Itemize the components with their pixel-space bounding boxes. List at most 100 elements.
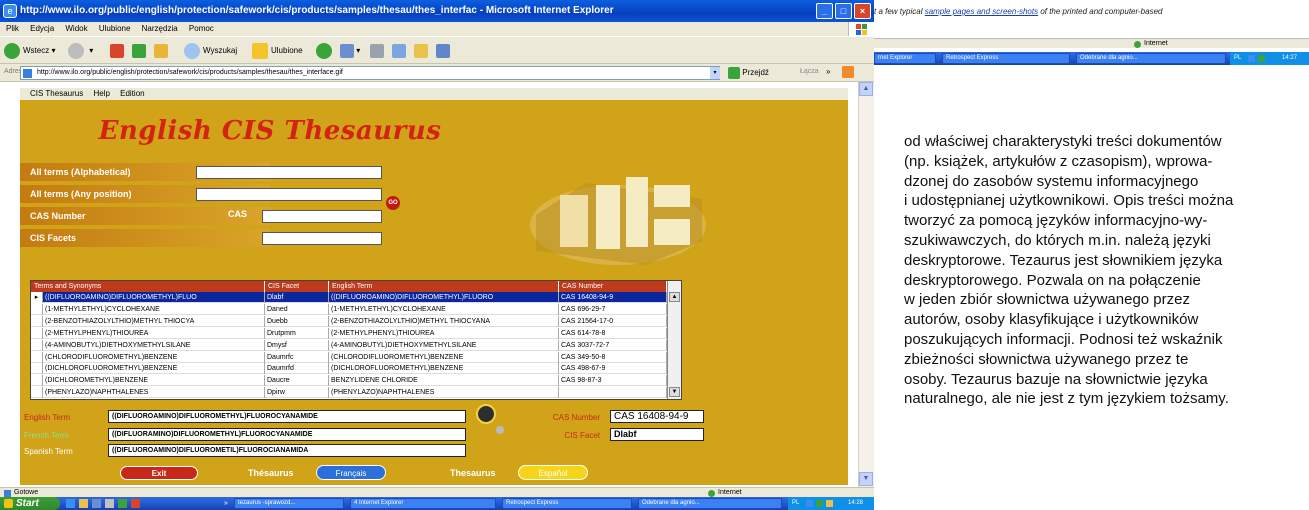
table-row[interactable]: (2-METHYLPHENYL)THIOUREA Drutpmm (2-METHYL…: [31, 327, 667, 339]
page-scrollbar[interactable]: ▲ ▼: [858, 82, 874, 487]
table-row[interactable]: (DICHLOROFLUOROMETHYL)BENZENE Daumrfd (DIC…: [31, 363, 667, 375]
table-row[interactable]: (DICHLOROMETHYL)BENZENE Daucre BENZYLIDENE…: [31, 375, 667, 387]
title-bar[interactable]: http://www.ilo.org/public/english/protec…: [0, 0, 874, 22]
table-row[interactable]: (1-METHYLETHYL)CYCLOHEXANE Daned (1-METHYL…: [31, 303, 667, 315]
menu-view[interactable]: Widok: [65, 24, 87, 33]
spanish-term-field[interactable]: ((DIFLUOROAMINO)DIFLUOROMETIL)FLUOROCIAN…: [108, 444, 466, 457]
col-facet-header[interactable]: CIS Facet: [265, 281, 329, 292]
browser-window: http://www.ilo.org/public/english/protec…: [0, 0, 874, 510]
second-tray-network-icon[interactable]: [1248, 55, 1255, 62]
table-row[interactable]: ((DIFLUOROAMINO)DIFLUOROMETHYL)FLUO Dlabf…: [31, 292, 667, 303]
table-scrollbar[interactable]: ▲ ▼: [667, 281, 681, 399]
task-internet-explorer[interactable]: 4 Internet Explorer: [350, 498, 496, 509]
address-dropdown-icon[interactable]: ▾: [710, 67, 720, 79]
stop-button[interactable]: [110, 42, 124, 60]
go-button[interactable]: Przejdź: [728, 66, 769, 80]
cas-input[interactable]: [262, 210, 382, 223]
edit-button[interactable]: [392, 42, 406, 60]
toolbar-extra-icon[interactable]: [842, 66, 854, 78]
any-position-input[interactable]: [196, 188, 382, 201]
back-button[interactable]: Wstecz ▾: [4, 42, 55, 60]
cas-number-field[interactable]: CAS 16408-94-9: [610, 410, 704, 423]
col-cas-header[interactable]: CAS Number: [559, 281, 667, 292]
row-selector[interactable]: [31, 375, 43, 387]
row-selector[interactable]: [31, 387, 43, 399]
tray-network-icon[interactable]: [806, 500, 813, 507]
alpha-input[interactable]: [196, 166, 382, 179]
francais-button[interactable]: Français: [316, 465, 386, 480]
app-menu-edition[interactable]: Edition: [120, 89, 144, 98]
go-search-button[interactable]: GO: [386, 196, 400, 210]
minimize-icon[interactable]: _: [816, 3, 833, 19]
tray-volume-icon[interactable]: [816, 500, 823, 507]
home-button[interactable]: [154, 42, 168, 60]
folder-button[interactable]: [414, 42, 428, 60]
row-selector[interactable]: [31, 315, 43, 327]
mail-button[interactable]: ▾: [340, 42, 360, 60]
favorites-button[interactable]: Ulubione: [252, 42, 303, 60]
exit-button[interactable]: Exit: [120, 466, 198, 480]
research-button[interactable]: [436, 42, 450, 60]
ql-app-icon[interactable]: [131, 499, 140, 508]
ql-desktop-icon[interactable]: [105, 499, 114, 508]
history-button[interactable]: [316, 42, 335, 60]
print-button[interactable]: [370, 42, 384, 60]
col-english-header[interactable]: English Term: [329, 281, 559, 292]
facets-input[interactable]: [262, 232, 382, 245]
second-task-ie[interactable]: rnet Explorer: [874, 53, 936, 64]
close-icon[interactable]: ×: [854, 3, 871, 19]
col-terms-header[interactable]: Terms and Synonyms: [31, 281, 265, 292]
task-retrospect[interactable]: Retrospect Express: [502, 498, 632, 509]
globe-icon: [708, 490, 715, 497]
second-task-odebrane[interactable]: Odebrane dla agnio...: [1076, 53, 1226, 64]
menu-help[interactable]: Pomoc: [189, 24, 214, 33]
forward-button[interactable]: ▾: [68, 42, 93, 60]
page-fragment-text: t a few typical sample pages and screen-…: [874, 7, 1163, 16]
speaker-icon[interactable]: [476, 404, 496, 424]
scroll-up-icon[interactable]: ▲: [859, 82, 873, 96]
app-menu-help[interactable]: Help: [93, 89, 109, 98]
row-selector-arrow-icon[interactable]: ▸: [31, 292, 43, 303]
table-row[interactable]: (2-BENZOTHIAZOLYLTHIO)METHYL THIOCYA Dueb…: [31, 315, 667, 327]
search-button[interactable]: Wyszukaj: [184, 42, 237, 60]
table-row[interactable]: (PHENYLAZO)NAPHTHALENES Dpirw (PHENYLAZO)N…: [31, 387, 667, 399]
menu-file[interactable]: Plik: [6, 24, 19, 33]
menu-edit[interactable]: Edycja: [30, 24, 54, 33]
menu-favorites[interactable]: Ulubione: [99, 24, 131, 33]
second-tray-language[interactable]: PL: [1234, 55, 1241, 61]
table-scroll-up-icon[interactable]: ▲: [669, 292, 680, 302]
row-selector[interactable]: [31, 327, 43, 339]
tray-alert-icon[interactable]: [826, 500, 833, 507]
menu-tools[interactable]: Narzędzia: [142, 24, 178, 33]
second-task-retrospect[interactable]: Retrospect Express: [942, 53, 1070, 64]
english-term-field[interactable]: ((DIFLUOROAMINO)DIFLUOROMETHYL)FLUOROCYA…: [108, 410, 466, 423]
task-odebrane[interactable]: Odebrane dla agnio...: [638, 498, 782, 509]
task-tezaurus[interactable]: tezaurus -sprawozd...: [234, 498, 344, 509]
espanol-button[interactable]: Español: [518, 465, 588, 480]
thesaurus-es-label: Thesaurus: [450, 468, 496, 478]
scroll-down-icon[interactable]: ▼: [859, 472, 873, 486]
app-menu-thesaurus[interactable]: CIS Thesaurus: [30, 89, 83, 98]
ql-media-icon[interactable]: [118, 499, 127, 508]
second-tray-volume-icon[interactable]: [1258, 55, 1265, 62]
row-selector[interactable]: [31, 363, 43, 375]
links-label[interactable]: Łącza: [800, 68, 819, 75]
maximize-icon[interactable]: □: [835, 3, 852, 19]
table-row[interactable]: (CHLORODIFLUOROMETHYL)BENZENE Daumrfc (CHL…: [31, 351, 667, 363]
address-input[interactable]: http://www.ilo.org/public/english/protec…: [20, 66, 720, 80]
table-row[interactable]: (4-AMINOBUTYL)DIETHOXYMETHYLSILANE Dmysf(…: [31, 339, 667, 351]
ql-folder-icon[interactable]: [79, 499, 88, 508]
ql-ie-icon[interactable]: [66, 499, 75, 508]
ql-mail-icon[interactable]: [92, 499, 101, 508]
cis-facet-field[interactable]: Dlabf: [610, 428, 704, 441]
chevron-icon[interactable]: »: [826, 67, 830, 76]
french-term-field[interactable]: ((DIFLUORAMINO)DIFLUOROMETHYL)FLUOROCYAN…: [108, 428, 466, 441]
tray-language[interactable]: PL: [792, 500, 799, 506]
refresh-button[interactable]: [132, 42, 146, 60]
samples-link[interactable]: sample pages and screen-shots: [925, 7, 1038, 16]
table-scroll-down-icon[interactable]: ▼: [669, 387, 680, 397]
row-selector[interactable]: [31, 339, 43, 351]
row-selector[interactable]: [31, 351, 43, 363]
row-selector[interactable]: [31, 303, 43, 315]
quick-launch-chevron-icon[interactable]: »: [224, 497, 228, 510]
